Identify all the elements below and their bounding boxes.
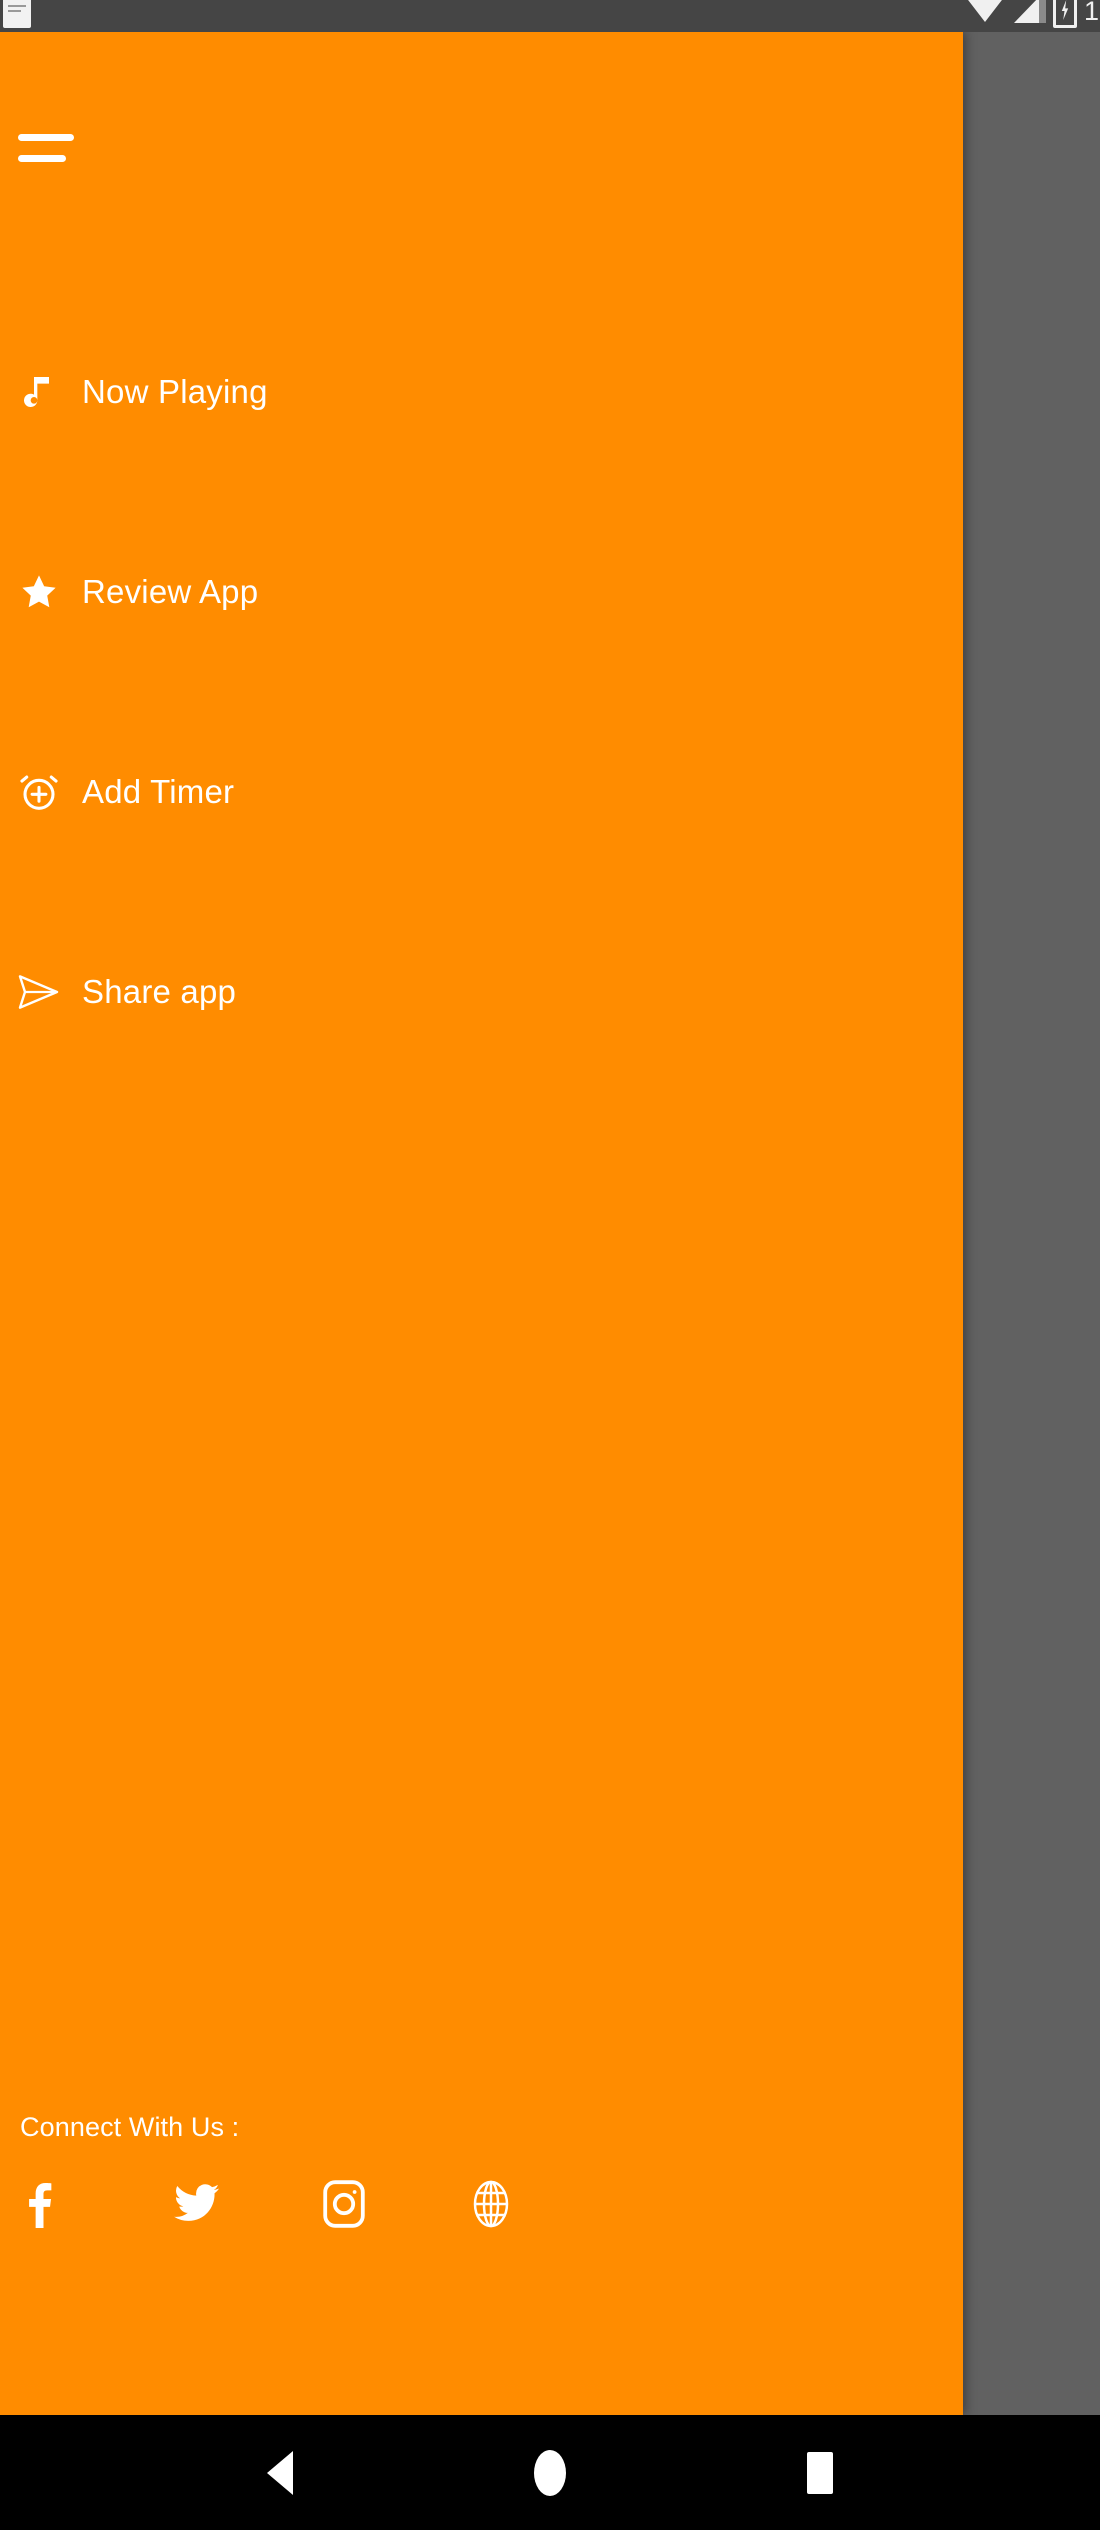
- connect-with-us-label: Connect With Us :: [20, 2112, 240, 2142]
- nav-back-button[interactable]: [240, 2433, 320, 2513]
- send-icon: [0, 970, 78, 1014]
- social-links-row: [0, 2179, 963, 2229]
- status-bar-icons: 1: [965, 0, 1100, 32]
- menu-item-label: Review App: [82, 573, 259, 610]
- phone-screen: Now Playing Review App Add Timer Share a…: [0, 0, 1100, 2530]
- android-navigation-bar: [0, 2415, 1100, 2530]
- back-triangle-icon: [267, 2450, 293, 2495]
- music-note-icon: [0, 370, 78, 414]
- notification-icon: [3, 0, 31, 28]
- signal-icon: [1012, 0, 1046, 26]
- social-link-twitter[interactable]: [158, 2183, 306, 2225]
- wifi-icon: [965, 0, 1005, 26]
- menu-item-share-app[interactable]: Share app: [0, 947, 963, 1037]
- connect-section: Connect With Us :: [0, 2112, 963, 2229]
- instagram-icon: [322, 2179, 366, 2229]
- status-bar-time: 1: [1084, 0, 1098, 26]
- social-link-instagram[interactable]: [306, 2179, 454, 2229]
- alarm-add-icon: [0, 769, 78, 815]
- hamburger-bar-2: [18, 155, 66, 162]
- menu-item-label: Add Timer: [82, 773, 235, 810]
- status-bar: 1: [0, 0, 1100, 32]
- nav-recents-button[interactable]: [780, 2433, 860, 2513]
- menu-icon[interactable]: [18, 132, 74, 178]
- globe-icon: [470, 2179, 512, 2229]
- nav-home-button[interactable]: [510, 2433, 590, 2513]
- menu-item-add-timer[interactable]: Add Timer: [0, 747, 963, 837]
- menu-item-label: Share app: [82, 973, 237, 1010]
- battery-bolt-icon: [1061, 0, 1069, 20]
- menu-item-label: Now Playing: [82, 373, 268, 410]
- home-circle-icon: [534, 2449, 566, 2496]
- twitter-icon: [174, 2183, 220, 2225]
- star-icon: [0, 571, 78, 613]
- social-link-facebook[interactable]: [10, 2180, 158, 2228]
- battery-charging-icon: [1053, 0, 1077, 28]
- drawer-menu-list: Now Playing Review App Add Timer Share a…: [0, 347, 963, 1147]
- facebook-icon: [26, 2180, 54, 2228]
- menu-item-now-playing[interactable]: Now Playing: [0, 347, 963, 437]
- menu-item-review-app[interactable]: Review App: [0, 547, 963, 637]
- hamburger-bar-1: [18, 134, 74, 141]
- social-link-website[interactable]: [454, 2179, 602, 2229]
- recents-square-icon: [807, 2451, 833, 2494]
- navigation-drawer: Now Playing Review App Add Timer Share a…: [0, 32, 963, 2415]
